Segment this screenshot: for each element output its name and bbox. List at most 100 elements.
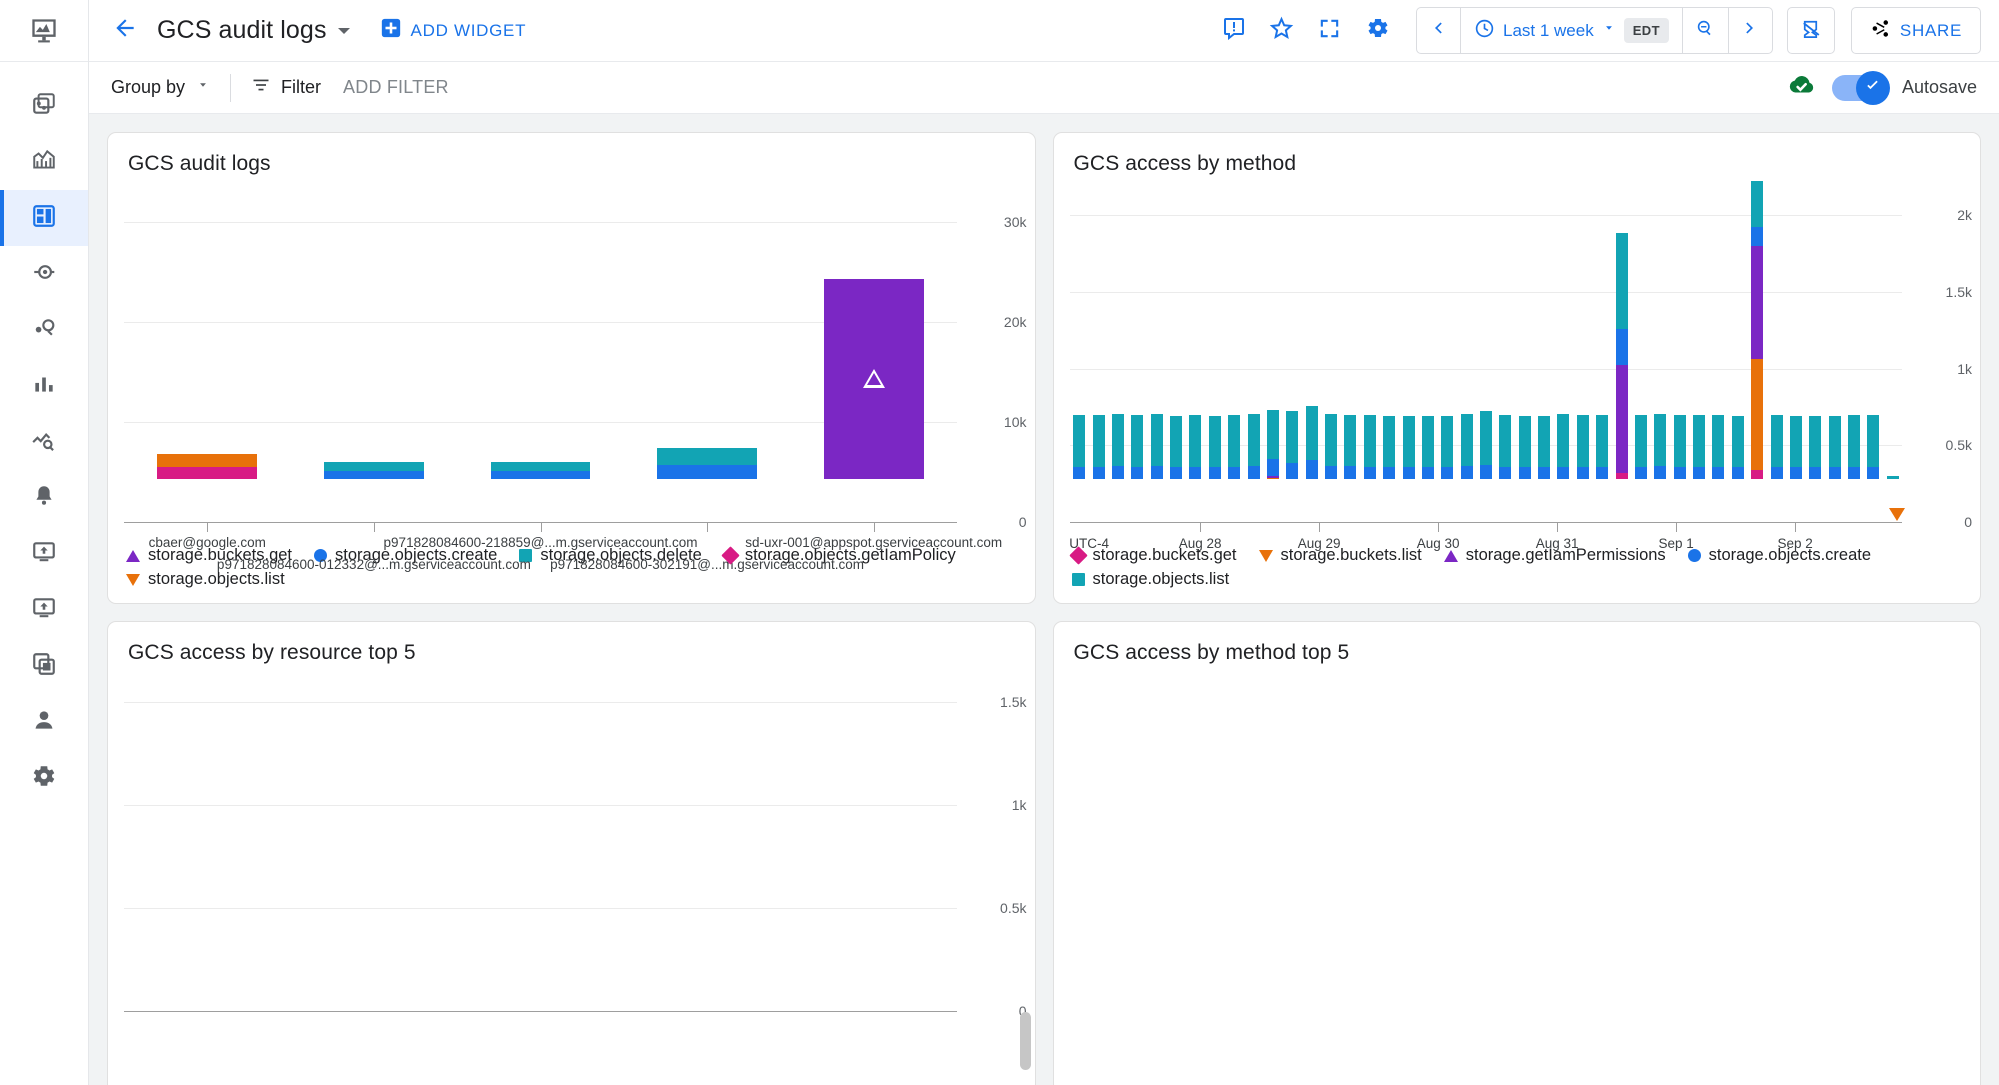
chart-bar[interactable] — [1111, 413, 1124, 479]
chart-bar[interactable] — [823, 279, 924, 479]
chart-bar[interactable] — [1634, 414, 1647, 479]
widget-gcs-audit-logs[interactable]: GCS audit logs 0 10k 20k 30k cbaer@google.co… — [107, 132, 1036, 604]
time-range-selector[interactable]: Last 1 week EDT — [1461, 8, 1682, 53]
sidebar-item-settings[interactable] — [0, 750, 88, 806]
chart-bar[interactable] — [1886, 476, 1899, 479]
chart-plot-area[interactable]: 0 0.5k 1k 1.5k — [108, 681, 1035, 1069]
chart-bar[interactable] — [1596, 415, 1609, 479]
chart-canvas: 0 0.5k 1k 1.5k 2k UTC-4 Aug 28 Aug 29 Aug 30 Aug … — [1069, 181, 1981, 551]
chart-bar[interactable] — [1693, 415, 1706, 479]
chart-plot-area[interactable] — [1054, 681, 1981, 1069]
chart-bar[interactable] — [1228, 414, 1241, 479]
chart-bar[interactable] — [1421, 416, 1434, 479]
sidebar-item-profile[interactable] — [0, 694, 88, 750]
favorite-button[interactable] — [1260, 9, 1304, 53]
chart-bar[interactable] — [1208, 416, 1221, 479]
chart-bar[interactable] — [1344, 414, 1357, 479]
sidebar-item-alerting[interactable] — [0, 470, 88, 526]
time-prev-button[interactable] — [1417, 8, 1461, 53]
sidebar-item-analysis[interactable] — [0, 414, 88, 470]
legend-item[interactable]: storage.objects.list — [126, 570, 285, 589]
autosave-toggle[interactable] — [1831, 70, 1890, 105]
dashboard-settings-button[interactable] — [1356, 9, 1400, 53]
chart-bar[interactable] — [1576, 415, 1589, 479]
chart-plot-area[interactable]: 0 0.5k 1k 1.5k 2k UTC-4 Aug 28 Aug 29 Aug 30 Aug … — [1054, 181, 1981, 551]
chart-plot-area[interactable]: 0 10k 20k 30k cbaer@google.com p971828084600-… — [108, 192, 1035, 572]
tri-down-legend-glyph — [1258, 549, 1273, 562]
widget-title: GCS access by method top 5 — [1073, 641, 1350, 664]
chevron-down-icon[interactable] — [337, 27, 350, 34]
chart-bar[interactable] — [1286, 410, 1299, 479]
zoom-out-button[interactable] — [1681, 8, 1728, 53]
sidebar-item-charts[interactable] — [0, 358, 88, 414]
sidebar-item-groups[interactable] — [0, 582, 88, 638]
chevron-right-icon — [1741, 19, 1759, 42]
time-next-button[interactable] — [1727, 8, 1772, 53]
chart-bar[interactable] — [1247, 414, 1260, 479]
share-button[interactable]: SHARE — [1850, 7, 1981, 54]
chart-bar[interactable] — [1518, 416, 1531, 479]
add-filter-button[interactable]: ADD FILTER — [343, 77, 449, 98]
chart-bar[interactable] — [1538, 416, 1551, 479]
back-button[interactable] — [103, 9, 147, 53]
chart-bar[interactable] — [1770, 415, 1783, 479]
chart-bar[interactable] — [1673, 415, 1686, 479]
chart-bar[interactable] — [1189, 414, 1202, 479]
chart-bar[interactable] — [1441, 416, 1454, 479]
widget-gcs-access-by-method[interactable]: GCS access by method 0 0.5k 1k 1.5k 2k UTC-4 A… — [1052, 132, 1981, 604]
sidebar-item-slo[interactable] — [0, 302, 88, 358]
filter-control[interactable]: Filter — [251, 75, 321, 100]
widget-gcs-access-by-method-top5[interactable]: GCS access by method top 5 — [1052, 621, 1981, 1085]
y-axis-tick-label: 2k — [1957, 207, 1972, 224]
chart-bar[interactable] — [1092, 414, 1105, 479]
fullscreen-button[interactable] — [1308, 9, 1352, 53]
chart-bar[interactable] — [1170, 415, 1183, 479]
chart-bar[interactable] — [323, 462, 424, 479]
chart-bar[interactable] — [1363, 415, 1376, 479]
tri-up-legend-glyph — [1443, 549, 1458, 562]
chart-bar[interactable] — [1325, 414, 1338, 479]
chart-bar[interactable] — [1460, 414, 1473, 479]
sidebar-item-overview[interactable] — [0, 78, 88, 134]
sidebar-item-services[interactable] — [0, 246, 88, 302]
chart-bar[interactable] — [1557, 413, 1570, 479]
chart-bar[interactable] — [1266, 409, 1279, 479]
widget-gcs-access-by-resource-top5[interactable]: GCS access by resource top 5 0 0.5k 1k 1.5k — [107, 621, 1036, 1085]
annotation-note-button[interactable] — [1212, 9, 1256, 53]
chart-bar[interactable] — [1712, 415, 1725, 479]
chevron-down-icon — [1602, 21, 1616, 40]
chart-bar[interactable] — [157, 454, 258, 479]
x-axis-tick — [373, 523, 375, 532]
chart-bar[interactable] — [1809, 416, 1822, 479]
sidebar-item-copies[interactable] — [0, 638, 88, 694]
chart-bar[interactable] — [1383, 416, 1396, 479]
chart-bar[interactable] — [1731, 416, 1744, 479]
chart-bar[interactable] — [1789, 416, 1802, 479]
chart-bar[interactable] — [1402, 416, 1415, 479]
chart-bar[interactable] — [1499, 415, 1512, 479]
chart-bar[interactable] — [1131, 414, 1144, 479]
chart-bar[interactable] — [1479, 411, 1492, 479]
timezone-chip[interactable]: EDT — [1623, 18, 1669, 43]
auto-refresh-toggle-button[interactable] — [1786, 7, 1835, 54]
chart-bar[interactable] — [1615, 233, 1628, 479]
chart-bar[interactable] — [1654, 414, 1667, 479]
chart-bar[interactable] — [1848, 415, 1861, 479]
chart-bar[interactable] — [1305, 406, 1318, 479]
bar-segment — [1208, 467, 1221, 479]
chart-bar[interactable] — [1150, 414, 1163, 479]
group-by-control[interactable]: Group by — [111, 77, 210, 98]
chart-bar[interactable] — [1751, 181, 1764, 479]
chart-bar[interactable] — [1828, 416, 1841, 479]
chart-bar[interactable] — [490, 462, 591, 479]
chart-legend — [108, 1069, 1035, 1085]
sidebar-item-uptime[interactable] — [0, 526, 88, 582]
chart-bar[interactable] — [1073, 414, 1086, 479]
chart-bar[interactable] — [657, 448, 758, 479]
sidebar-item-dashboards[interactable] — [0, 190, 88, 246]
add-widget-button[interactable]: ADD WIDGET — [380, 17, 527, 44]
legend-item[interactable]: storage.objects.list — [1071, 570, 1229, 589]
sidebar-item-metrics[interactable] — [0, 134, 88, 190]
legend-scrollbar[interactable] — [1019, 1012, 1031, 1070]
chart-bar[interactable] — [1867, 414, 1880, 479]
